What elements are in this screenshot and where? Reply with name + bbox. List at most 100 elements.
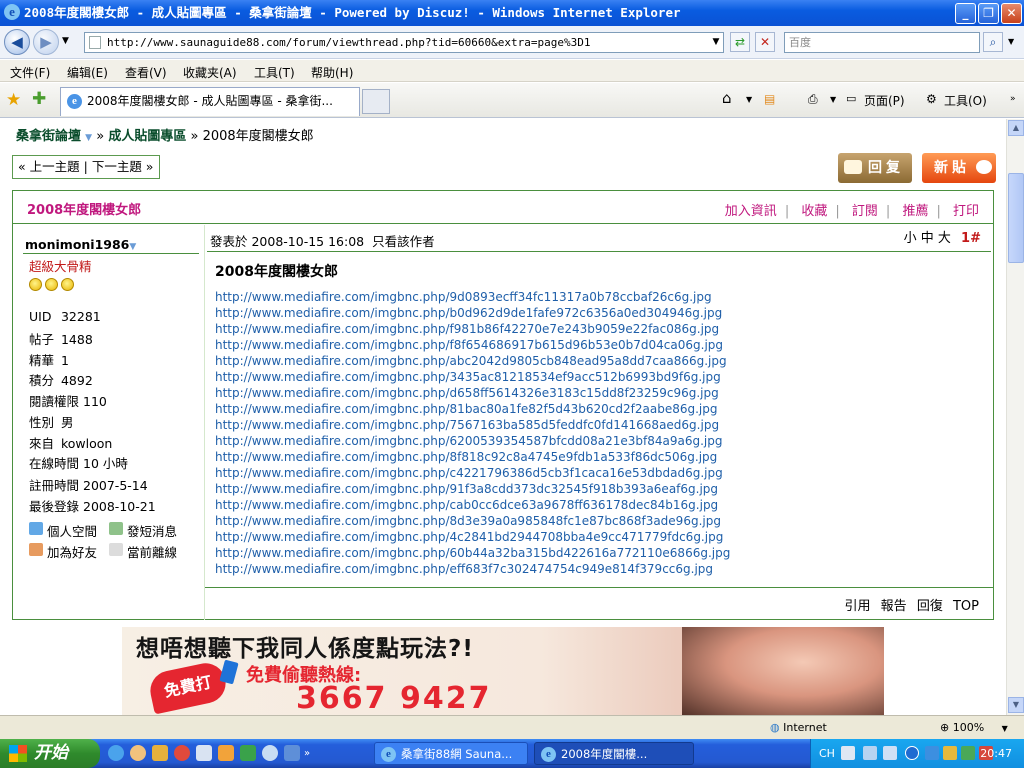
favorite-link[interactable]: 收藏 [801, 204, 827, 219]
new-post-button[interactable]: 新貼 [922, 153, 996, 183]
menu-favorites[interactable]: 收藏夹(A) [183, 64, 237, 81]
next-thread-link[interactable]: 下一主題 » [92, 159, 154, 174]
report-link[interactable]: 報告 [881, 599, 907, 614]
network-icon[interactable] [925, 746, 939, 760]
chat-quicklaunch-icon[interactable] [262, 745, 278, 761]
only-author-link[interactable]: 只看該作者 [372, 234, 435, 249]
image-link[interactable]: http://www.mediafire.com/imgbnc.php/9d08… [215, 289, 985, 305]
chevron-right-icon[interactable]: » [304, 748, 310, 759]
ad-banner[interactable]: 想唔想聽下我同人係度點玩法?! 免費打 免費偷聽熱線: 3667 9427 [122, 627, 884, 715]
scroll-down-icon[interactable]: ▼ [1008, 697, 1024, 713]
image-link[interactable]: http://www.mediafire.com/imgbnc.php/6200… [215, 433, 985, 449]
start-button[interactable]: 开始 [0, 739, 100, 768]
subscribe-link[interactable]: 訂閱 [852, 204, 878, 219]
menu-help[interactable]: 帮助(H) [311, 64, 353, 81]
image-link[interactable]: http://www.mediafire.com/imgbnc.php/cab0… [215, 497, 985, 513]
security-icon[interactable] [961, 746, 975, 760]
breadcrumb-forum[interactable]: 桑拿街論壇 [16, 129, 81, 144]
reply-link[interactable]: 回復 [917, 599, 943, 614]
font-medium-link[interactable]: 中 [921, 231, 934, 246]
author-menu-chevron-icon[interactable]: ▼ [129, 242, 136, 252]
close-button[interactable]: ✕ [1001, 3, 1022, 24]
scrollbar-thumb[interactable] [1008, 173, 1024, 263]
top-link[interactable]: TOP [953, 599, 979, 614]
search-icon[interactable]: ⌕ [983, 32, 1003, 52]
input-language[interactable]: CH [819, 747, 835, 760]
game-quicklaunch-icon[interactable] [218, 745, 234, 761]
scroll-up-icon[interactable]: ▲ [1008, 120, 1024, 136]
new-tab-button[interactable] [362, 89, 390, 114]
browser-quicklaunch-icon[interactable] [284, 745, 300, 761]
address-input[interactable]: http://www.saunaguide88.com/forum/viewth… [84, 32, 724, 53]
maximize-button[interactable]: ❐ [978, 3, 999, 24]
image-link[interactable]: http://www.mediafire.com/imgbnc.php/8d3e… [215, 513, 985, 529]
zoom-dropdown-icon[interactable]: ▼ [1002, 724, 1008, 733]
qq-quicklaunch-icon[interactable] [130, 745, 146, 761]
vertical-scrollbar[interactable]: ▲ ▼ [1006, 119, 1024, 715]
quote-link[interactable]: 引用 [845, 599, 871, 614]
menu-edit[interactable]: 编辑(E) [67, 64, 108, 81]
keyboard-icon[interactable] [841, 746, 855, 760]
image-link[interactable]: http://www.mediafire.com/imgbnc.php/abc2… [215, 353, 985, 369]
search-options-icon[interactable]: ▼ [1008, 37, 1014, 46]
image-link[interactable]: http://www.mediafire.com/imgbnc.php/d658… [215, 385, 985, 401]
page-menu-button[interactable]: 页面(P) [864, 92, 905, 109]
forward-button[interactable]: ▶ [33, 29, 59, 55]
home-dropdown-icon[interactable]: ▼ [746, 95, 752, 104]
page-menu-icon[interactable]: ▭ [846, 92, 856, 105]
menu-tools[interactable]: 工具(T) [254, 64, 295, 81]
font-small-link[interactable]: 小 [904, 231, 917, 246]
image-link[interactable]: http://www.mediafire.com/imgbnc.php/4c28… [215, 529, 985, 545]
media-quicklaunch-icon[interactable] [174, 745, 190, 761]
taskbar-item-current[interactable]: e 2008年度閣樓... [534, 742, 694, 765]
image-link[interactable]: http://www.mediafire.com/imgbnc.php/c422… [215, 465, 985, 481]
user-space-link[interactable]: 個人空間 [29, 521, 97, 540]
add-friend-link[interactable]: 加為好友 [29, 542, 97, 561]
image-link[interactable]: http://www.mediafire.com/imgbnc.php/81ba… [215, 401, 985, 417]
tools-menu-button[interactable]: 工具(O) [944, 92, 987, 109]
forum-menu-chevron-icon[interactable]: ▼ [85, 133, 92, 143]
image-link[interactable]: http://www.mediafire.com/imgbnc.php/7567… [215, 417, 985, 433]
rss-feed-icon[interactable]: ▤ [764, 92, 775, 106]
add-info-link[interactable]: 加入資訊 [725, 204, 777, 219]
window-title-bar[interactable]: e 2008年度閣樓女郎 - 成人貼圖專區 - 桑拿街論壇 - Powered … [0, 0, 1024, 26]
menu-file[interactable]: 文件(F) [10, 64, 50, 81]
taskbar-item-sauna[interactable]: e 桑拿街88網 Sauna... [374, 742, 528, 765]
help-icon[interactable] [883, 746, 897, 760]
recommend-link[interactable]: 推薦 [902, 204, 928, 219]
image-link[interactable]: http://www.mediafire.com/imgbnc.php/eff6… [215, 561, 985, 577]
refresh-icon[interactable]: ⇄ [730, 32, 750, 52]
image-link[interactable]: http://www.mediafire.com/imgbnc.php/b0d9… [215, 305, 985, 321]
chevron-right-icon[interactable]: » [1010, 94, 1016, 104]
send-pm-link[interactable]: 發短消息 [109, 521, 177, 540]
breadcrumb-board[interactable]: 成人貼圖專區 [108, 129, 186, 144]
image-link[interactable]: http://www.mediafire.com/imgbnc.php/60b4… [215, 545, 985, 561]
print-icon[interactable]: ⎙ [808, 92, 818, 107]
image-link[interactable]: http://www.mediafire.com/imgbnc.php/f981… [215, 321, 985, 337]
favorites-star-icon[interactable]: ★ [6, 90, 21, 110]
font-large-link[interactable]: 大 [938, 231, 951, 246]
print-dropdown-icon[interactable]: ▼ [830, 95, 836, 104]
volume-icon[interactable] [943, 746, 957, 760]
prev-thread-link[interactable]: « 上一主題 [18, 159, 80, 174]
tools-gear-icon[interactable]: ⚙ [926, 92, 937, 106]
add-favorite-icon[interactable]: ✚ [32, 89, 46, 109]
author-name[interactable]: monimoni1986▼ [25, 237, 136, 252]
recent-pages-dropdown-icon[interactable]: ▼ [62, 36, 69, 46]
reply-button[interactable]: 回复 [838, 153, 912, 183]
image-link[interactable]: http://www.mediafire.com/imgbnc.php/8f81… [215, 449, 985, 465]
address-dropdown-icon[interactable]: ▼ [706, 33, 726, 53]
stop-icon[interactable]: ✕ [755, 32, 775, 52]
tool-quicklaunch-icon[interactable] [240, 745, 256, 761]
image-link[interactable]: http://www.mediafire.com/imgbnc.php/3435… [215, 369, 985, 385]
ie-quicklaunch-icon[interactable] [108, 745, 124, 761]
menu-view[interactable]: 查看(V) [125, 64, 167, 81]
zoom-level[interactable]: ⊕ 100% ▼ [940, 721, 1008, 734]
search-input[interactable]: 百度 [784, 32, 980, 53]
app-quicklaunch-icon[interactable] [152, 745, 168, 761]
print-link[interactable]: 打印 [953, 204, 979, 219]
home-icon[interactable]: ⌂ [722, 89, 732, 107]
minimize-button[interactable]: _ [955, 3, 976, 24]
image-link[interactable]: http://www.mediafire.com/imgbnc.php/f8f6… [215, 337, 985, 353]
pen-icon[interactable] [863, 746, 877, 760]
